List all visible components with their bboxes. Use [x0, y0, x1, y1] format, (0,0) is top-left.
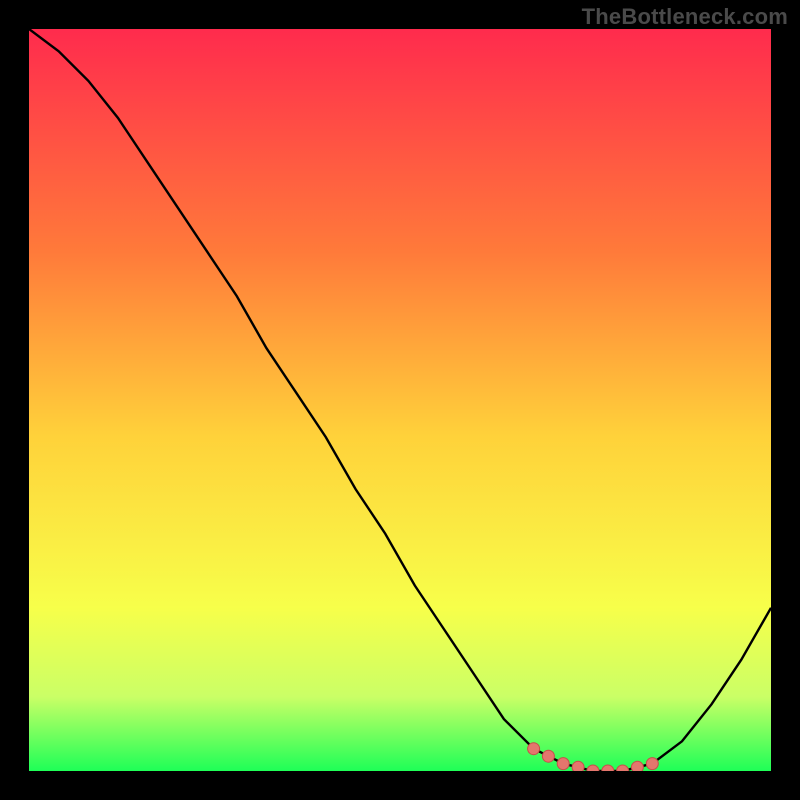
- marker-dot: [542, 750, 554, 762]
- chart-container: TheBottleneck.com: [0, 0, 800, 800]
- chart-svg: [29, 29, 771, 771]
- watermark-text: TheBottleneck.com: [582, 4, 788, 30]
- marker-dot: [631, 761, 643, 771]
- marker-dot: [646, 758, 658, 770]
- marker-dot: [528, 743, 540, 755]
- gradient-background: [29, 29, 771, 771]
- marker-dot: [572, 761, 584, 771]
- plot-area: [29, 29, 771, 771]
- marker-dot: [557, 758, 569, 770]
